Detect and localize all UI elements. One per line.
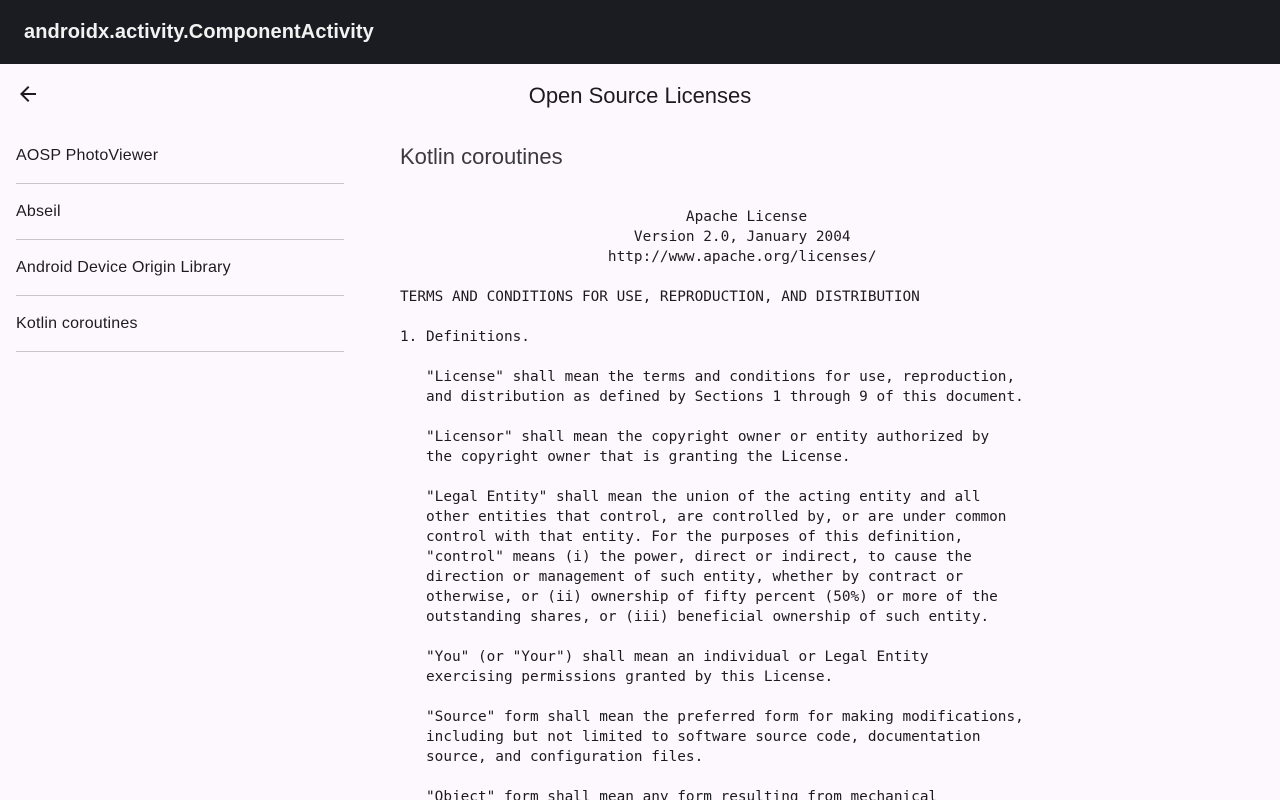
arrow-back-icon (16, 82, 40, 111)
top-app-bar: Open Source Licenses (0, 64, 1280, 128)
license-item-aosp-photoviewer[interactable]: AOSP PhotoViewer (16, 128, 344, 184)
page-title: Open Source Licenses (528, 83, 752, 108)
license-item-label: AOSP PhotoViewer (16, 146, 159, 164)
license-item-label: Abseil (16, 202, 61, 220)
license-item-label: Kotlin coroutines (16, 314, 138, 332)
window-title: androidx.activity.ComponentActivity (24, 20, 374, 43)
license-detail-pane[interactable]: Kotlin coroutines Apache License Version… (400, 128, 1260, 800)
window-titlebar: androidx.activity.ComponentActivity (0, 0, 1280, 64)
license-item-label: Android Device Origin Library (16, 258, 231, 276)
license-detail-title: Kotlin coroutines (400, 144, 563, 169)
license-item-abseil[interactable]: Abseil (16, 184, 344, 240)
license-text: Apache License Version 2.0, January 2004… (400, 209, 1024, 800)
license-item-android-device-origin-library[interactable]: Android Device Origin Library (16, 240, 344, 296)
license-list: AOSP PhotoViewer Abseil Android Device O… (16, 128, 344, 352)
license-item-kotlin-coroutines[interactable]: Kotlin coroutines (16, 296, 344, 352)
back-button[interactable] (12, 80, 44, 112)
